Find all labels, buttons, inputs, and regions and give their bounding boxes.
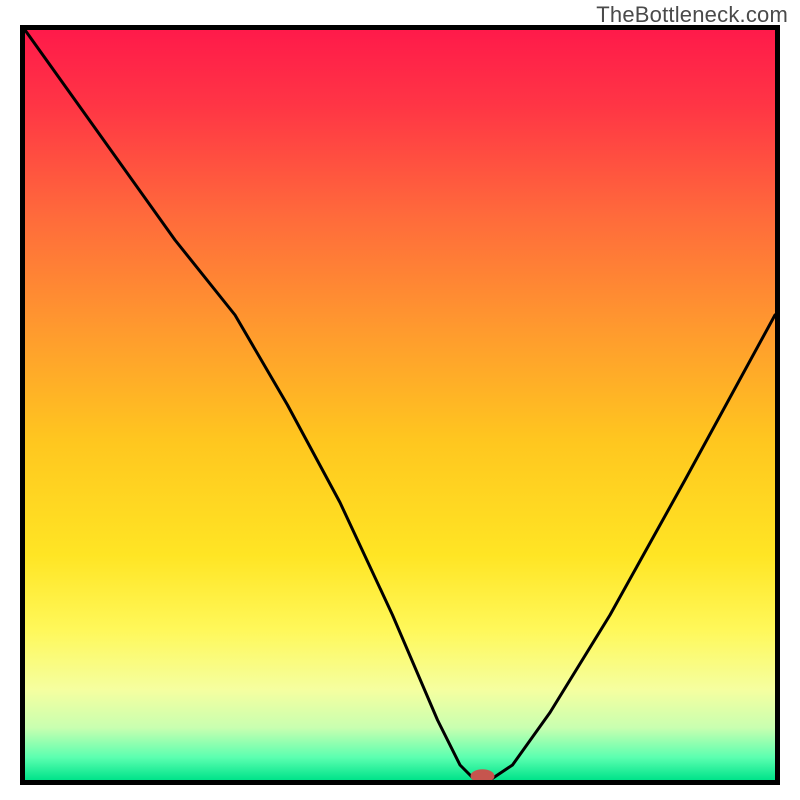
gradient-background [25, 30, 775, 780]
plot-area [20, 25, 780, 785]
chart-frame: TheBottleneck.com [0, 0, 800, 800]
chart-svg [25, 30, 775, 780]
